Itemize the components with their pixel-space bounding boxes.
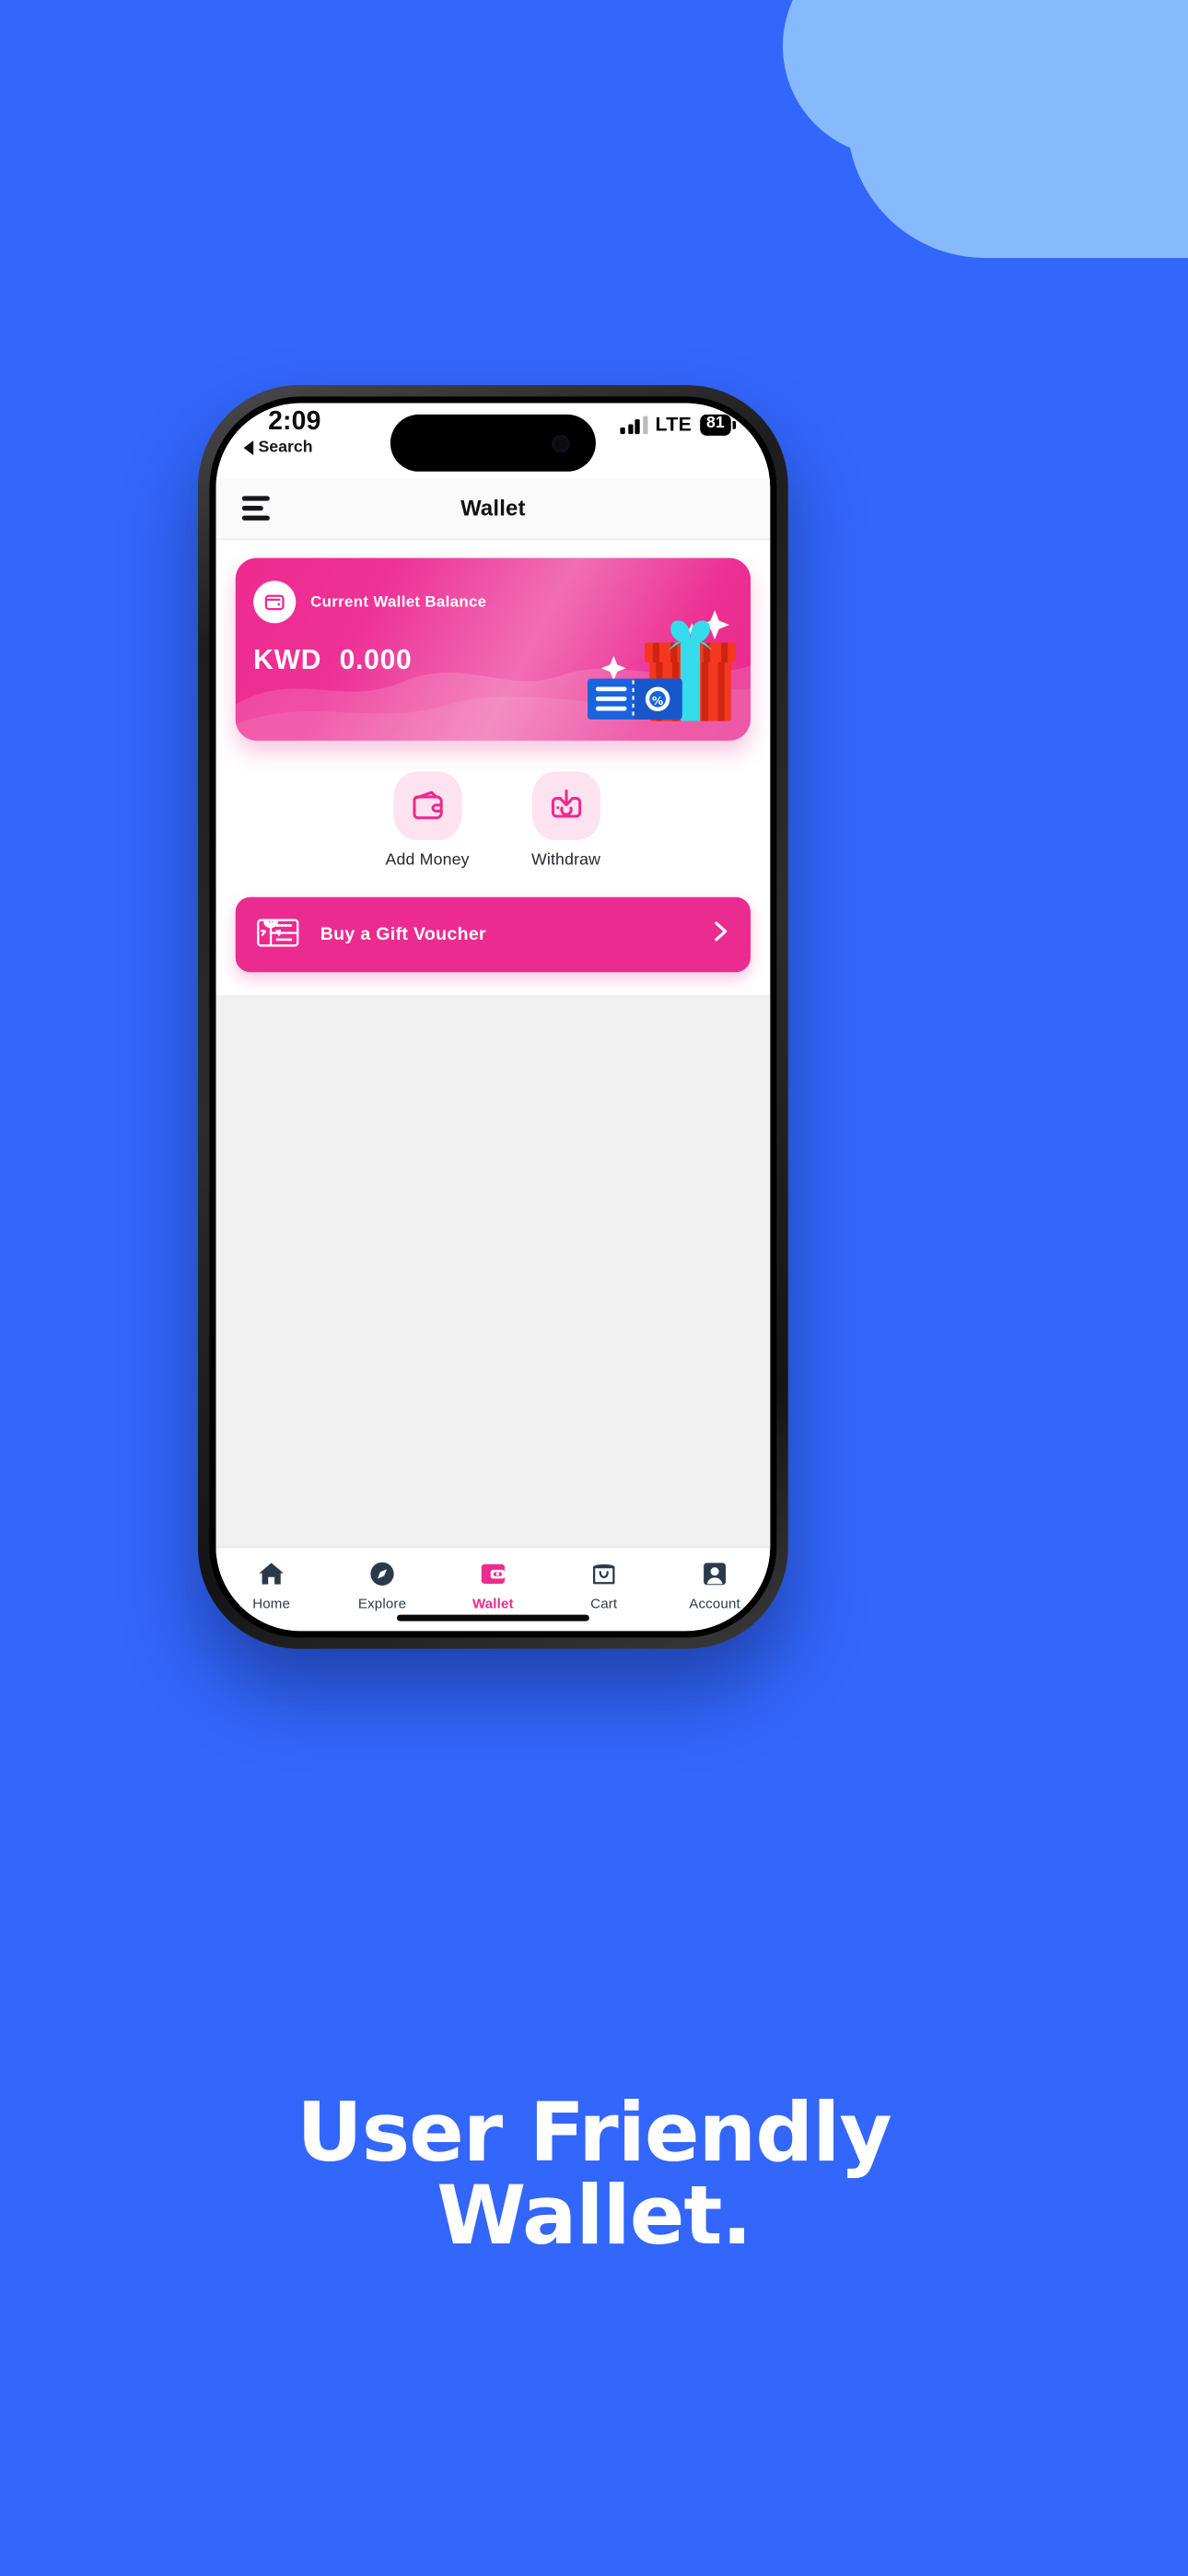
- nav-item-explore[interactable]: Explore: [327, 1559, 437, 1611]
- nav-item-home[interactable]: Home: [215, 1559, 326, 1611]
- balance-label: Current Wallet Balance: [310, 592, 487, 612]
- phone-device: 2:09 Search LTE 81 Wallet Current Wallet…: [198, 385, 788, 1649]
- balance-card-header: Current Wallet Balance: [253, 580, 487, 624]
- marketing-caption: User Friendly Wallet.: [0, 2091, 1188, 2257]
- dynamic-island: [390, 414, 596, 472]
- status-bar: 2:09 Search LTE 81: [215, 403, 771, 478]
- caption-line-1: User Friendly: [297, 2085, 891, 2180]
- nav-label-cart: Cart: [590, 1595, 618, 1612]
- nav-item-wallet[interactable]: Wallet: [437, 1559, 548, 1611]
- app-body: Current Wallet Balance KWD 0.000 % Add M…: [215, 540, 771, 1632]
- buy-gift-voucher-button[interactable]: Buy a Gift Voucher: [235, 896, 751, 973]
- nav-label-home: Home: [252, 1595, 291, 1612]
- app-header: Wallet: [215, 477, 771, 541]
- gift-card-icon: [257, 914, 299, 954]
- svg-text:%: %: [652, 694, 663, 708]
- balance-currency: KWD: [253, 644, 322, 676]
- withdraw-button[interactable]: Withdraw: [530, 771, 601, 870]
- phone-screen: 2:09 Search LTE 81 Wallet Current Wallet…: [215, 403, 771, 1632]
- nav-item-cart[interactable]: Cart: [549, 1559, 659, 1611]
- nav-label-wallet: Wallet: [472, 1595, 514, 1612]
- phone-bezel: 2:09 Search LTE 81 Wallet Current Wallet…: [209, 396, 777, 1638]
- chevron-right-icon: [712, 919, 729, 951]
- home-indicator[interactable]: [396, 1614, 589, 1622]
- network-label: LTE: [655, 413, 693, 436]
- status-indicators: LTE 81: [620, 413, 737, 436]
- nav-label-account: Account: [689, 1595, 740, 1612]
- account-person-icon: [704, 1563, 727, 1586]
- wallet-section: Current Wallet Balance KWD 0.000 % Add M…: [215, 540, 771, 995]
- quick-actions: Add Money Withdraw: [236, 771, 751, 870]
- hamburger-menu-icon[interactable]: [241, 497, 270, 521]
- home-icon: [259, 1563, 284, 1585]
- cart-bag-icon: [592, 1564, 615, 1585]
- page-title: Wallet: [460, 496, 526, 521]
- wallet-add-icon: [392, 771, 462, 840]
- cloud-icon: [783, 0, 1188, 258]
- signal-bars-icon: [620, 415, 647, 434]
- battery-icon: 81: [699, 413, 737, 435]
- withdraw-download-icon: [531, 771, 600, 840]
- status-back-link[interactable]: Search: [243, 439, 313, 457]
- nav-label-explore: Explore: [357, 1595, 407, 1612]
- triangle-left-icon: [243, 440, 254, 456]
- compass-icon: [370, 1562, 394, 1586]
- nav-item-account[interactable]: Account: [659, 1559, 770, 1611]
- wallet-icon: [481, 1563, 505, 1584]
- empty-content-area: [215, 994, 771, 1547]
- caption-line-2: Wallet.: [437, 2167, 752, 2263]
- status-back-label: Search: [258, 439, 313, 457]
- withdraw-label: Withdraw: [530, 851, 601, 870]
- balance-amount: KWD 0.000: [253, 644, 412, 676]
- front-camera-icon: [552, 434, 570, 452]
- status-time: 2:09: [268, 407, 321, 436]
- gift-box-and-voucher-illustration: %: [588, 610, 737, 721]
- balance-value: 0.000: [339, 644, 413, 676]
- add-money-label: Add Money: [385, 851, 470, 870]
- add-money-button[interactable]: Add Money: [385, 771, 470, 870]
- balance-card[interactable]: Current Wallet Balance KWD 0.000 %: [235, 557, 751, 741]
- gift-voucher-label: Buy a Gift Voucher: [320, 924, 486, 945]
- wallet-icon: [253, 580, 297, 624]
